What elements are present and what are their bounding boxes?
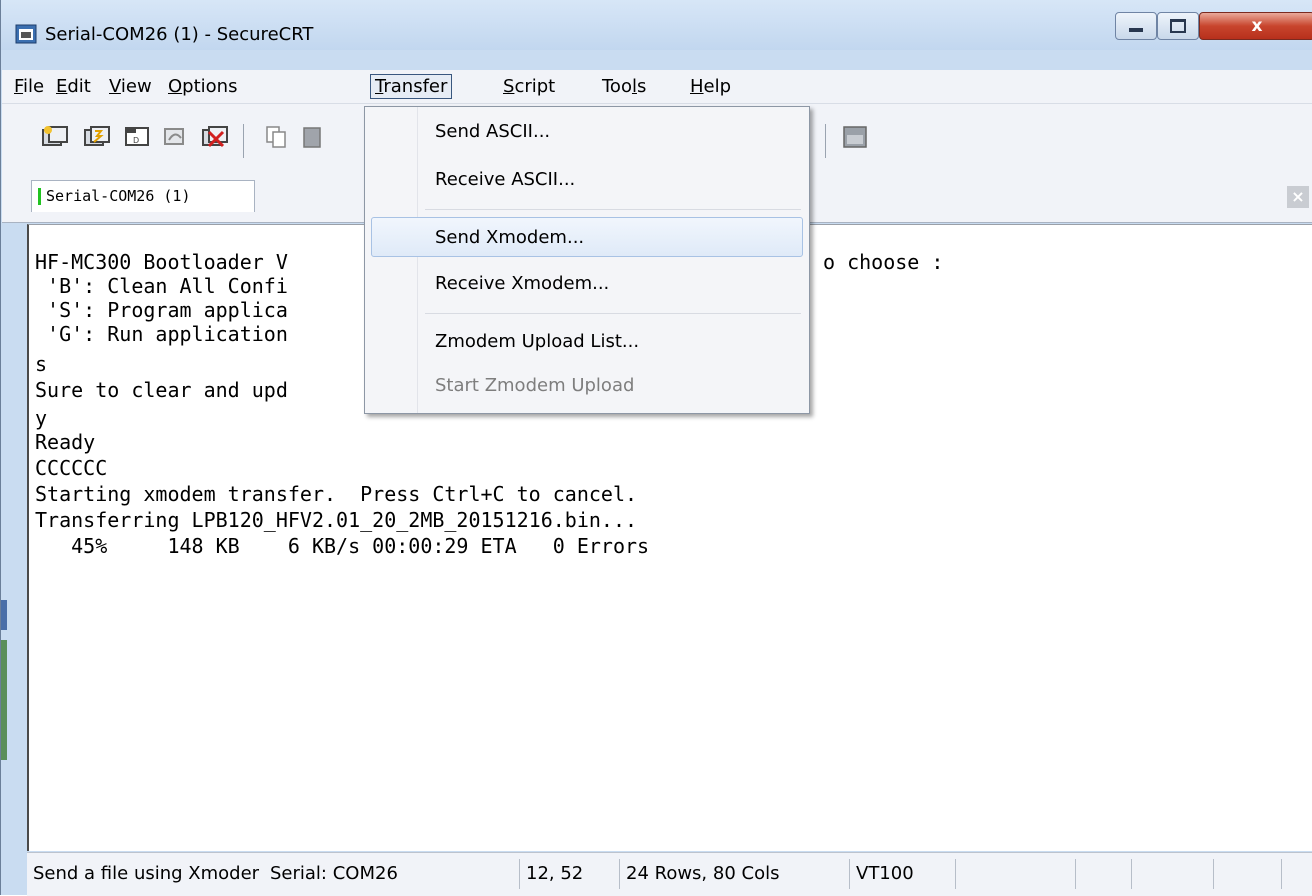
menu-icon-gutter bbox=[365, 107, 418, 413]
window-edge-mark bbox=[1, 640, 7, 760]
menu-item-send-xmodem[interactable]: Send Xmodem... bbox=[435, 225, 584, 251]
connected-status-indicator bbox=[38, 188, 41, 205]
terminal-line: o choose : bbox=[823, 250, 944, 274]
terminal-line: CCCCCC bbox=[35, 456, 108, 480]
tab-serial-com26[interactable]: Serial-COM26 (1) bbox=[31, 180, 255, 212]
close-icon: x bbox=[1251, 16, 1263, 36]
toolbar-separator bbox=[825, 124, 826, 158]
connect-icon[interactable] bbox=[41, 124, 69, 150]
securecrt-window: Serial-COM26 (1) - SecureCRT x File Edit… bbox=[0, 0, 1312, 896]
toolbar-separator bbox=[243, 124, 244, 158]
paste-icon[interactable] bbox=[301, 124, 329, 150]
terminal-line: HF-MC300 Bootloader V bbox=[35, 250, 288, 274]
status-bar: Send a file using Xmoder Serial: COM26 1… bbox=[27, 852, 1312, 896]
menu-item-receive-ascii[interactable]: Receive ASCII... bbox=[435, 167, 575, 193]
terminal-line: Ready bbox=[35, 430, 96, 454]
terminal-line: 'G': Run application bbox=[35, 322, 288, 346]
reconnect-icon[interactable] bbox=[161, 124, 189, 150]
terminal-line: Starting xmodem transfer. Press Ctrl+C t… bbox=[35, 482, 638, 506]
status-dimensions: 24 Rows, 80 Cols bbox=[620, 859, 850, 889]
menu-separator bbox=[425, 313, 801, 314]
status-connection: Serial: COM26 bbox=[264, 859, 520, 889]
menu-item-send-ascii[interactable]: Send ASCII... bbox=[435, 119, 550, 145]
menu-tools[interactable]: Tools bbox=[598, 74, 650, 99]
connect-tab-icon[interactable]: D bbox=[123, 124, 151, 150]
status-cell bbox=[1214, 859, 1282, 889]
menu-view[interactable]: View bbox=[105, 74, 156, 99]
menu-bar: File Edit View Options Transfer Script T… bbox=[2, 70, 1312, 104]
status-cursor-position: 12, 52 bbox=[520, 859, 620, 889]
window-edge-mark bbox=[1, 600, 7, 630]
status-message: Send a file using Xmoder bbox=[33, 863, 260, 884]
terminal-line: Transferring LPB120_HFV2.01_20_2MB_20151… bbox=[35, 508, 638, 532]
keymap-icon[interactable] bbox=[841, 124, 869, 150]
disconnect-icon[interactable] bbox=[201, 124, 229, 150]
menu-transfer[interactable]: Transfer bbox=[370, 74, 453, 99]
status-emulation: VT100 bbox=[850, 859, 956, 889]
maximize-button[interactable] bbox=[1157, 12, 1199, 40]
terminal-line: s bbox=[35, 352, 48, 376]
menu-separator bbox=[425, 209, 801, 210]
title-bar[interactable]: Serial-COM26 (1) - SecureCRT x bbox=[1, 0, 1312, 50]
minimize-button[interactable] bbox=[1115, 12, 1157, 40]
status-cell bbox=[1132, 859, 1214, 889]
terminal-line: y bbox=[35, 406, 48, 430]
menu-item-receive-xmodem[interactable]: Receive Xmodem... bbox=[435, 271, 609, 297]
svg-text:D: D bbox=[133, 136, 139, 145]
maximize-icon bbox=[1170, 19, 1186, 33]
quick-connect-icon[interactable] bbox=[83, 124, 111, 150]
terminal-line: 'B': Clean All Confi bbox=[35, 274, 288, 298]
terminal-line: Sure to clear and upd bbox=[35, 378, 288, 402]
menu-help[interactable]: Help bbox=[686, 74, 735, 99]
transfer-menu-dropdown: Send ASCII... Receive ASCII... Send Xmod… bbox=[364, 106, 810, 414]
transfer-progress-line: 45% 148 KB 6 KB/s 00:00:29 ETA 0 Errors bbox=[35, 534, 650, 558]
menu-script[interactable]: Script bbox=[499, 74, 559, 99]
status-cell bbox=[956, 859, 1076, 889]
menu-edit[interactable]: Edit bbox=[52, 74, 95, 99]
close-tab-icon[interactable]: × bbox=[1287, 186, 1309, 208]
menu-item-zmodem-upload-list[interactable]: Zmodem Upload List... bbox=[435, 329, 639, 355]
copy-icon[interactable] bbox=[263, 124, 291, 150]
minimize-icon bbox=[1129, 28, 1143, 32]
status-cell bbox=[1076, 859, 1132, 889]
close-button[interactable]: x bbox=[1199, 12, 1312, 40]
terminal-line: 'S': Program applica bbox=[35, 298, 288, 322]
menu-file[interactable]: File bbox=[10, 74, 48, 99]
menu-options[interactable]: Options bbox=[164, 74, 241, 99]
tab-label: Serial-COM26 (1) bbox=[46, 187, 191, 205]
window-title: Serial-COM26 (1) - SecureCRT bbox=[45, 24, 314, 45]
menu-item-start-zmodem-upload: Start Zmodem Upload bbox=[435, 375, 635, 396]
securecrt-app-icon bbox=[15, 24, 37, 44]
